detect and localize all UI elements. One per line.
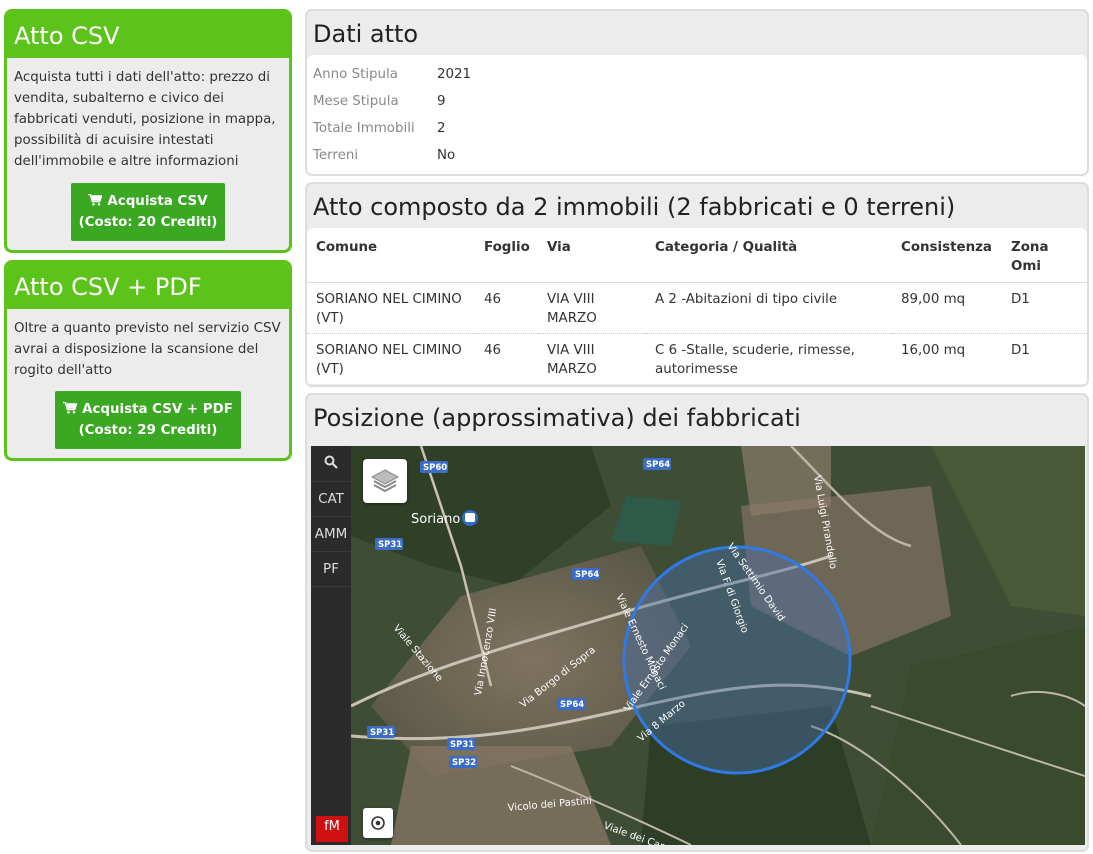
road-shield: SP31 xyxy=(447,738,475,750)
kv-value: No xyxy=(437,148,456,163)
promo-title: Atto CSV xyxy=(7,12,289,58)
buy-csv-button[interactable]: Acquista CSV (Costo: 20 Crediti) xyxy=(70,183,226,241)
column-header: Via xyxy=(547,240,571,255)
kv-row: Totale Immobili 2 xyxy=(313,115,1081,142)
kv-value: 2 xyxy=(437,121,446,136)
cell-categoria: A 2 -Abitazioni di tipo civile xyxy=(646,282,892,334)
column-header: Foglio xyxy=(484,240,530,255)
road-shield: SP60 xyxy=(420,461,448,473)
cell-foglio: 46 xyxy=(475,333,538,384)
buy-csv-pdf-cost: (Costo: 29 Crediti) xyxy=(78,423,218,438)
road-shield: SP31 xyxy=(367,726,395,738)
sidebar: Atto CSV Acquista tutti i dati dell'atto… xyxy=(4,9,292,468)
cell-categoria: C 6 -Stalle, scuderie, rimesse, autorime… xyxy=(646,333,892,384)
map-tool-cat[interactable]: CAT xyxy=(311,482,351,517)
table-row: SORIANO NEL CIMINO (VT) 46 VIA VIII MARZ… xyxy=(307,282,1087,334)
satellite-map[interactable]: Soriano Via Luigi Pirandello Via Innocen… xyxy=(311,446,1085,845)
svg-text:SP31: SP31 xyxy=(378,540,402,550)
map-tool-amm[interactable]: AMM xyxy=(311,517,351,552)
promo-atto-csv: Atto CSV Acquista tutti i dati dell'atto… xyxy=(4,9,292,253)
locate-icon xyxy=(371,816,385,830)
column-header: Categoria / Qualità xyxy=(655,240,798,255)
cell-via: VIA VIII MARZO xyxy=(538,282,646,334)
dati-atto-panel: Dati atto Anno Stipula 2021 Mese Stipula… xyxy=(305,9,1089,176)
buy-csv-pdf-button[interactable]: Acquista CSV + PDF (Costo: 29 Crediti) xyxy=(55,391,241,449)
mappa-panel: Posizione (approssimativa) dei fabbricat… xyxy=(305,393,1089,852)
svg-text:SP31: SP31 xyxy=(370,728,394,738)
kv-row: Anno Stipula 2021 xyxy=(313,61,1081,88)
locate-button[interactable] xyxy=(363,808,393,838)
place-label: Soriano xyxy=(411,512,460,527)
column-header: Zona Omi xyxy=(1011,240,1049,274)
road-shield: SP31 xyxy=(375,538,403,550)
cell-comune: SORIANO NEL CIMINO (VT) xyxy=(307,282,475,334)
cell-via: VIA VIII MARZO xyxy=(538,333,646,384)
kv-value: 2021 xyxy=(437,67,472,82)
dati-atto-title: Dati atto xyxy=(313,20,419,48)
svg-text:SP64: SP64 xyxy=(646,460,670,470)
road-shield: SP64 xyxy=(572,568,600,580)
road-shield: SP64 xyxy=(557,698,585,710)
kv-label: Totale Immobili xyxy=(313,121,415,136)
svg-text:SP64: SP64 xyxy=(575,570,599,580)
promo-title: Atto CSV + PDF xyxy=(7,263,289,309)
kv-row: Mese Stipula 9 xyxy=(313,88,1081,115)
immobili-table: Comune Foglio Via Categoria / Qualità Co… xyxy=(307,228,1087,384)
kv-value: 9 xyxy=(437,94,446,109)
map-imagery[interactable]: Soriano Via Luigi Pirandello Via Innocen… xyxy=(311,446,1085,845)
road-shield: SP64 xyxy=(643,458,671,470)
layers-icon xyxy=(370,469,400,493)
immobili-title: Atto composto da 2 immobili (2 fabbricat… xyxy=(313,193,956,221)
map-tool-pf[interactable]: PF xyxy=(311,552,351,587)
buy-csv-label: Acquista CSV xyxy=(107,194,208,209)
buy-csv-cost: (Costo: 20 Crediti) xyxy=(78,215,218,230)
cell-zona: D1 xyxy=(1002,282,1087,334)
column-header: Consistenza xyxy=(901,240,992,255)
road-shield: SP32 xyxy=(449,756,477,768)
kv-label: Anno Stipula xyxy=(313,67,398,82)
svg-text:SP64: SP64 xyxy=(560,700,584,710)
map-search-button[interactable] xyxy=(311,446,351,482)
svg-text:SP31: SP31 xyxy=(450,740,474,750)
fm-logo: fM xyxy=(316,816,348,842)
kv-row: Terreni No xyxy=(313,142,1081,169)
cell-consistenza: 16,00 mq xyxy=(892,333,1002,384)
cell-consistenza: 89,00 mq xyxy=(892,282,1002,334)
promo-description: Acquista tutti i dati dell'atto: prezzo … xyxy=(14,70,276,169)
kv-label: Terreni xyxy=(313,148,359,163)
svg-text:SP60: SP60 xyxy=(423,463,447,473)
promo-description: Oltre a quanto previsto nel servizio CSV… xyxy=(14,321,281,378)
cell-zona: D1 xyxy=(1002,333,1087,384)
cart-icon xyxy=(88,194,103,206)
promo-atto-csv-pdf: Atto CSV + PDF Oltre a quanto previsto n… xyxy=(4,260,292,461)
cart-icon xyxy=(63,402,78,414)
map-toolbar: CAT AMM PF fM xyxy=(311,446,351,845)
buy-csv-pdf-label: Acquista CSV + PDF xyxy=(82,402,233,417)
kv-label: Mese Stipula xyxy=(313,94,399,109)
mappa-title: Posizione (approssimativa) dei fabbricat… xyxy=(313,404,801,432)
search-icon xyxy=(324,455,338,469)
layers-button[interactable] xyxy=(363,459,407,503)
cell-foglio: 46 xyxy=(475,282,538,334)
table-row: SORIANO NEL CIMINO (VT) 46 VIA VIII MARZ… xyxy=(307,333,1087,384)
immobili-panel: Atto composto da 2 immobili (2 fabbricat… xyxy=(305,182,1089,387)
svg-text:SP32: SP32 xyxy=(452,758,476,768)
column-header: Comune xyxy=(316,240,378,255)
cell-comune: SORIANO NEL CIMINO (VT) xyxy=(307,333,475,384)
table-header-row: Comune Foglio Via Categoria / Qualità Co… xyxy=(307,228,1087,283)
